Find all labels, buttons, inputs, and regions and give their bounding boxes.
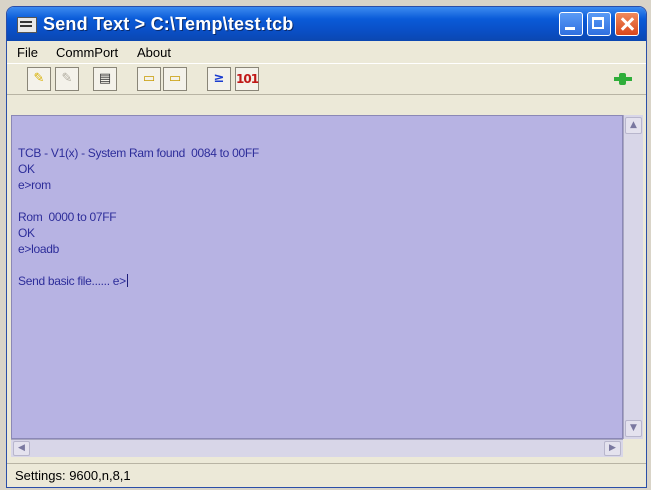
minimize-button[interactable] xyxy=(559,12,583,36)
window-title: Send Text > C:\Temp\test.tcb xyxy=(43,14,294,34)
menu-commport[interactable]: CommPort xyxy=(56,45,118,60)
terminal-line: OK xyxy=(18,226,35,240)
app-window: Send Text > C:\Temp\test.tcb File CommPo… xyxy=(6,6,647,488)
properties-icon[interactable]: ▤ xyxy=(93,67,117,91)
close-button[interactable] xyxy=(615,12,639,36)
status-settings: Settings: 9600,n,8,1 xyxy=(15,468,131,483)
folder-save-icon[interactable]: ▭ xyxy=(163,67,187,91)
connection-plug-icon[interactable] xyxy=(614,73,632,85)
terminal-prompt-line: Send basic file...... e> xyxy=(18,274,128,288)
scroll-left-icon[interactable]: ◀ xyxy=(13,441,30,456)
scroll-down-icon[interactable]: ▼ xyxy=(625,420,642,437)
maximize-button[interactable] xyxy=(587,12,611,36)
toolbar: ✎ ✎ ▤ ▭ ▭ ≥ 101 xyxy=(7,63,646,95)
terminal-line: OK xyxy=(18,162,35,176)
scrollbar-corner xyxy=(623,439,643,457)
disabled-action-icon: ✎ xyxy=(55,67,79,91)
scroll-right-icon[interactable]: ▶ xyxy=(604,441,621,456)
open-folder-icon[interactable]: ✎ xyxy=(27,67,51,91)
terminal-line: e>loadb xyxy=(18,242,59,256)
status-bar: Settings: 9600,n,8,1 xyxy=(7,463,646,487)
menu-file[interactable]: File xyxy=(17,45,38,60)
folder-open-icon[interactable]: ▭ xyxy=(137,67,161,91)
menu-bar: File CommPort About xyxy=(7,41,646,63)
terminal-prompt-text: Send basic file...... e> xyxy=(18,274,126,288)
send-text-icon[interactable]: ≥ xyxy=(207,67,231,91)
terminal-line: e>rom xyxy=(18,178,51,192)
menu-about[interactable]: About xyxy=(137,45,171,60)
terminal-line: Rom 0000 to 07FF xyxy=(18,210,117,224)
vertical-scrollbar[interactable]: ▲ ▼ xyxy=(623,115,643,439)
terminal-line: TCB - V1(x) - System Ram found 0084 to 0… xyxy=(18,146,259,160)
horizontal-scrollbar[interactable]: ◀ ▶ xyxy=(11,439,623,457)
terminal-output[interactable]: TCB - V1(x) - System Ram found 0084 to 0… xyxy=(11,115,623,439)
app-icon[interactable] xyxy=(17,17,37,33)
text-cursor xyxy=(126,274,128,287)
title-bar[interactable]: Send Text > C:\Temp\test.tcb xyxy=(7,7,646,41)
send-binary-icon[interactable]: 101 xyxy=(235,67,259,91)
scroll-up-icon[interactable]: ▲ xyxy=(625,117,642,134)
